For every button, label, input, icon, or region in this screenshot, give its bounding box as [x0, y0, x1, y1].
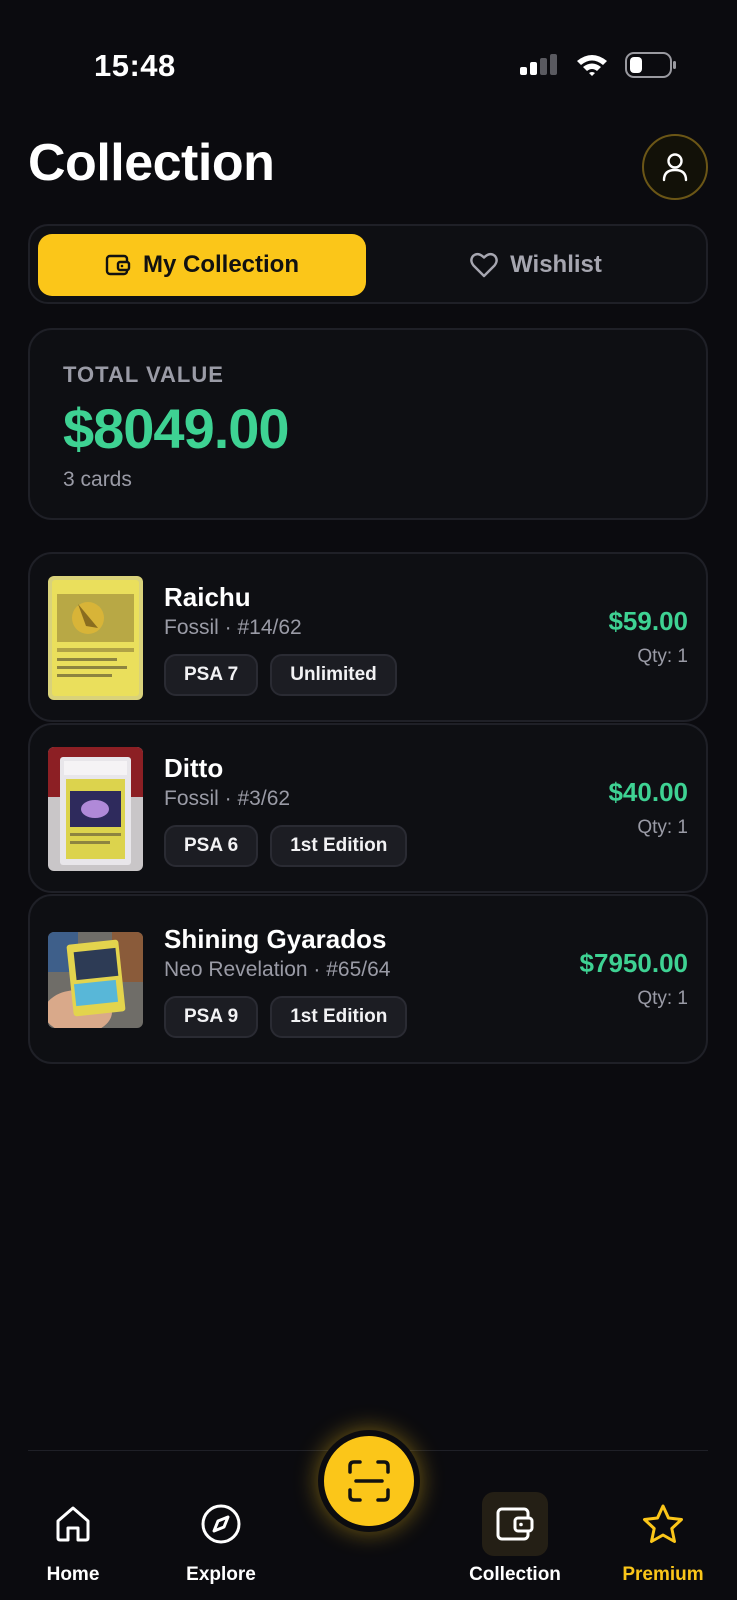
nav-home-label: Home [46, 1564, 100, 1585]
card-thumbnail [48, 576, 143, 700]
status-time: 15:48 [94, 48, 176, 83]
grade-badge: PSA 7 [164, 654, 259, 696]
bottom-tab-bar: Home Explore Collection Premium [0, 1430, 737, 1600]
edition-badge: 1st Edition [270, 825, 408, 867]
status-icons [519, 52, 677, 78]
card-set: Fossil · #3/62 [164, 787, 291, 810]
nav-home[interactable]: Home [18, 1492, 128, 1586]
premium-icon-box [630, 1492, 696, 1556]
nav-explore[interactable]: Explore [166, 1492, 276, 1586]
star-icon [643, 1504, 683, 1543]
card-set: Neo Revelation · #65/64 [164, 958, 391, 981]
card-row-shining-gyarados[interactable]: Shining Gyarados Neo Revelation · #65/64… [28, 894, 708, 1064]
heart-icon [470, 252, 498, 278]
total-value-card: TOTAL VALUE $8049.00 3 cards [28, 328, 708, 520]
wifi-icon [577, 55, 607, 76]
home-icon [56, 1506, 90, 1542]
cellular-signal-icon [520, 54, 557, 75]
card-badges: PSA 7 Unlimited [164, 654, 397, 696]
tab-wishlist-label: Wishlist [510, 251, 602, 278]
wallet-icon [496, 1507, 534, 1541]
explore-icon-box [188, 1492, 254, 1556]
tab-my-collection-label: My Collection [142, 251, 299, 278]
edition-badge: 1st Edition [270, 996, 408, 1038]
total-value-amount: $8049.00 [63, 397, 290, 460]
collection-segmented-control: My Collection Wishlist [28, 224, 708, 304]
scan-button[interactable] [318, 1430, 420, 1532]
compass-icon [201, 1504, 241, 1544]
status-bar: 15:48 [0, 0, 737, 120]
card-row-ditto[interactable]: Ditto Fossil · #3/62 PSA 6 1st Edition $… [28, 723, 708, 893]
card-badges: PSA 6 1st Edition [164, 825, 408, 867]
user-icon [662, 153, 688, 182]
tab-wishlist[interactable]: Wishlist [370, 234, 702, 296]
card-set: Fossil · #14/62 [164, 616, 302, 639]
scan-icon [348, 1460, 390, 1502]
collection-icon-box [482, 1492, 548, 1556]
card-quantity: Qty: 1 [637, 988, 688, 1009]
grade-badge: PSA 6 [164, 825, 259, 867]
profile-button[interactable] [642, 134, 708, 200]
card-thumbnail [48, 932, 143, 1028]
page-title: Collection [28, 134, 275, 192]
total-value-label: TOTAL VALUE [63, 362, 224, 387]
battery-icon [625, 52, 676, 78]
nav-explore-label: Explore [186, 1564, 256, 1585]
card-thumbnail [48, 747, 143, 871]
nav-premium[interactable]: Premium [608, 1492, 718, 1586]
card-quantity: Qty: 1 [637, 817, 688, 838]
card-price: $40.00 [608, 777, 688, 807]
tab-my-collection[interactable]: My Collection [38, 234, 366, 296]
card-count: 3 cards [63, 468, 132, 491]
card-badges: PSA 9 1st Edition [164, 996, 408, 1038]
card-price: $59.00 [608, 606, 688, 636]
card-row-raichu[interactable]: Raichu Fossil · #14/62 PSA 7 Unlimited $… [28, 552, 708, 722]
nav-premium-label: Premium [622, 1564, 704, 1585]
card-name: Ditto [164, 753, 224, 783]
nav-collection[interactable]: Collection [460, 1492, 570, 1586]
card-quantity: Qty: 1 [637, 646, 688, 667]
card-name: Shining Gyarados [164, 924, 387, 954]
card-price: $7950.00 [579, 948, 688, 978]
wallet-icon [105, 254, 131, 276]
nav-collection-label: Collection [469, 1564, 561, 1585]
home-icon-box [40, 1492, 106, 1556]
edition-badge: Unlimited [270, 654, 397, 696]
grade-badge: PSA 9 [164, 996, 259, 1038]
card-name: Raichu [164, 582, 251, 612]
